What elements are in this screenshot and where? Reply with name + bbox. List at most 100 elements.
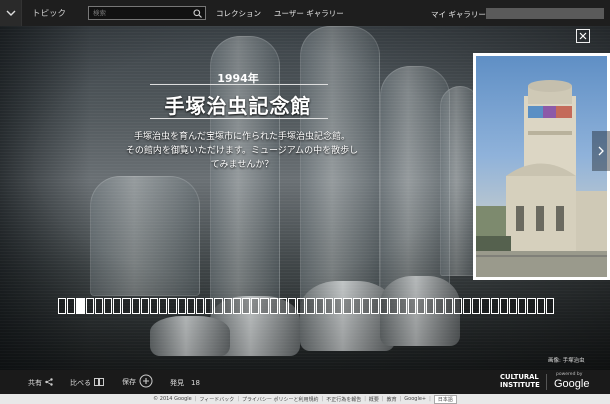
timeline-thumb[interactable] bbox=[140, 298, 150, 314]
footer-link-feedback[interactable]: フィードバック bbox=[199, 396, 234, 403]
timeline-thumb[interactable] bbox=[315, 298, 324, 314]
timeline-thumb[interactable] bbox=[288, 298, 297, 314]
timeline-thumb[interactable] bbox=[196, 298, 205, 314]
footer-link-privacy[interactable]: プライバシー ポリシーと利用規約 bbox=[242, 396, 319, 403]
timeline-thumb[interactable] bbox=[481, 298, 490, 314]
timeline-thumb[interactable] bbox=[435, 298, 444, 314]
timeline-thumb[interactable] bbox=[398, 298, 407, 314]
timeline-thumb[interactable] bbox=[232, 298, 242, 314]
separator: | bbox=[399, 396, 402, 402]
timeline-thumb[interactable] bbox=[122, 298, 131, 314]
timeline-thumb[interactable] bbox=[352, 298, 361, 314]
chevron-down-icon[interactable] bbox=[0, 0, 22, 26]
timeline-thumb[interactable] bbox=[113, 298, 122, 314]
timeline-thumb[interactable] bbox=[407, 298, 416, 314]
footer-link-report[interactable]: 不正行為を報告 bbox=[326, 396, 361, 403]
timeline-thumb[interactable] bbox=[67, 298, 76, 314]
timeline-thumb[interactable] bbox=[536, 298, 545, 314]
timeline-thumb[interactable] bbox=[94, 298, 104, 314]
separator: | bbox=[364, 396, 366, 402]
slide-title: 手塚治虫記念館 bbox=[164, 94, 312, 118]
footer-link-education[interactable]: 教育 bbox=[387, 396, 397, 403]
timeline-thumb[interactable] bbox=[472, 298, 481, 314]
timeline-thumb[interactable] bbox=[490, 298, 499, 314]
timeline-thumb[interactable] bbox=[177, 298, 186, 314]
timeline-thumb[interactable] bbox=[205, 298, 214, 314]
timeline-strip bbox=[58, 298, 554, 314]
timeline-thumb[interactable] bbox=[508, 298, 518, 314]
description-line: その館内を御覧いただけます。ミュージアムの中を散歩し bbox=[125, 146, 359, 156]
divider bbox=[150, 118, 328, 119]
timeline-thumb[interactable] bbox=[380, 298, 389, 314]
timeline-thumb[interactable] bbox=[518, 298, 527, 314]
timeline-thumb[interactable] bbox=[260, 298, 269, 314]
google-logo[interactable]: Google bbox=[554, 378, 589, 390]
timeline-thumb[interactable] bbox=[416, 298, 426, 314]
share-icon bbox=[45, 378, 53, 388]
footer-link-googleplus[interactable]: Google+ bbox=[404, 396, 426, 402]
timeline-thumb[interactable] bbox=[85, 298, 94, 314]
nav-user-gallery[interactable]: ユーザー ギャラリー bbox=[274, 8, 344, 19]
divider bbox=[150, 84, 328, 85]
timeline-thumb[interactable] bbox=[462, 298, 472, 314]
share-label: 共有 bbox=[28, 379, 42, 387]
separator: | bbox=[237, 396, 239, 402]
compare-label: 比べる bbox=[70, 379, 91, 387]
timeline-thumb[interactable] bbox=[334, 298, 343, 314]
timeline-thumb[interactable] bbox=[159, 298, 168, 314]
timeline-thumb[interactable] bbox=[499, 298, 508, 314]
museum-photo[interactable] bbox=[473, 53, 610, 280]
timeline-thumb[interactable] bbox=[297, 298, 306, 314]
separator: | bbox=[429, 396, 431, 402]
save-button[interactable]: 保存 bbox=[122, 374, 153, 390]
search-input[interactable] bbox=[89, 9, 190, 17]
timeline-thumb[interactable] bbox=[150, 298, 159, 314]
timeline-thumb[interactable] bbox=[361, 298, 370, 314]
copyright: © 2014 Google bbox=[153, 396, 192, 402]
share-button[interactable]: 共有 bbox=[28, 378, 53, 388]
timeline-thumb[interactable] bbox=[545, 298, 554, 314]
timeline-thumb[interactable] bbox=[444, 298, 453, 314]
compare-button[interactable]: 比べる bbox=[70, 378, 104, 388]
footer-link-about[interactable]: 概要 bbox=[369, 396, 379, 403]
divider bbox=[546, 374, 547, 390]
timeline-thumb[interactable] bbox=[426, 298, 435, 314]
topics-menu[interactable]: トピック bbox=[32, 7, 66, 19]
timeline-thumb[interactable] bbox=[186, 298, 196, 314]
timeline-thumb[interactable] bbox=[58, 298, 67, 314]
timeline-thumb[interactable] bbox=[214, 298, 223, 314]
slide-description: 手塚治虫を育んだ宝塚市に作られた手塚治虫記念館。 その館内を御覧いただけます。ミ… bbox=[112, 130, 372, 172]
separator: | bbox=[321, 396, 324, 402]
language-select[interactable]: 日本語 bbox=[433, 394, 457, 404]
timeline-thumb[interactable] bbox=[168, 298, 177, 314]
timeline-thumb[interactable] bbox=[104, 298, 113, 314]
image-credit: 画像: 手塚治虫 bbox=[548, 358, 585, 364]
logo-line: INSTITUTE bbox=[500, 380, 540, 389]
powered-by-label: powered by bbox=[556, 372, 583, 377]
user-account[interactable] bbox=[486, 8, 604, 19]
discover-label: 発見 bbox=[170, 379, 184, 387]
timeline-thumb[interactable] bbox=[278, 298, 288, 314]
my-gallery-link[interactable]: マイ ギャラリー bbox=[431, 9, 486, 20]
add-circle-icon bbox=[139, 374, 153, 390]
timeline-thumb[interactable] bbox=[269, 298, 278, 314]
chevron-right-icon[interactable] bbox=[592, 131, 610, 171]
nav-collections[interactable]: コレクション bbox=[216, 8, 261, 19]
search-icon[interactable] bbox=[193, 9, 202, 20]
cultural-institute-logo[interactable]: CULTURAL INSTITUTE bbox=[500, 373, 540, 389]
timeline-thumb[interactable] bbox=[76, 298, 85, 314]
timeline-thumb[interactable] bbox=[389, 298, 398, 314]
timeline-thumb[interactable] bbox=[131, 298, 140, 314]
timeline-thumb[interactable] bbox=[223, 298, 232, 314]
timeline-thumb[interactable] bbox=[324, 298, 334, 314]
close-icon[interactable] bbox=[576, 29, 590, 43]
timeline-thumb[interactable] bbox=[251, 298, 260, 314]
discover-button[interactable]: 発見 18 bbox=[170, 378, 200, 388]
timeline-thumb[interactable] bbox=[343, 298, 352, 314]
timeline-thumb[interactable] bbox=[306, 298, 315, 314]
timeline-thumb[interactable] bbox=[370, 298, 380, 314]
timeline-thumb[interactable] bbox=[453, 298, 462, 314]
timeline-thumb[interactable] bbox=[527, 298, 536, 314]
timeline-thumb[interactable] bbox=[242, 298, 251, 314]
search-box bbox=[88, 6, 207, 20]
